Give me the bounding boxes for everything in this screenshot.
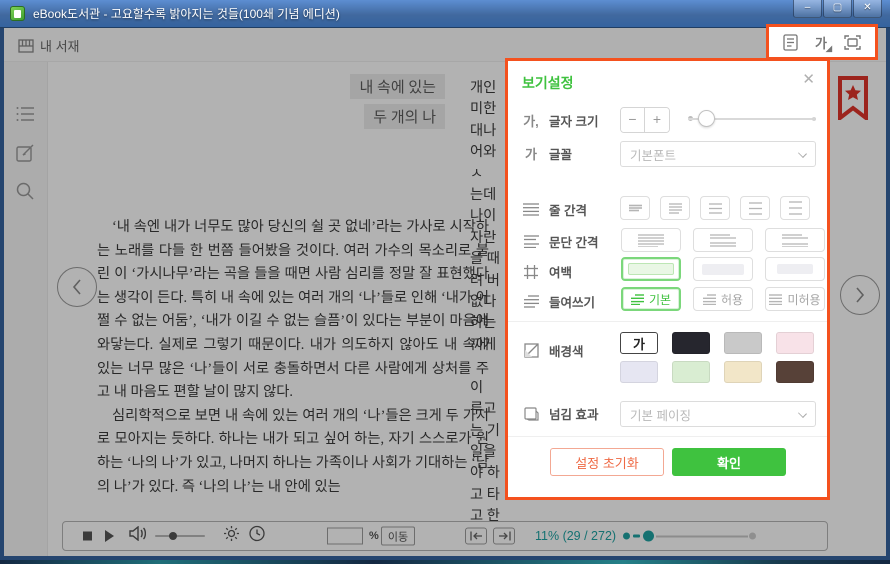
font-size-row-label: 가, 글자 크기 [522,111,598,130]
line-spacing-option-2[interactable] [660,196,690,220]
page-effect-value: 기본 페이징 [630,405,691,424]
margin-row-label: 여백 [522,262,572,281]
bg-swatch-pink[interactable] [776,332,814,354]
font-settings-icon[interactable]: 가◢ [815,33,827,52]
reset-settings-button[interactable]: 설정 초기화 [550,448,664,476]
line-spacing-option-1[interactable] [620,196,650,220]
page-effect-label: 넘김 효과 [549,404,598,423]
view-tools-highlight-box: 가◢ [766,24,878,60]
bg-color-row-label: 배경색 [522,341,584,360]
bg-swatch-lavender[interactable] [620,361,658,383]
panel-title: 보기설정 [522,73,574,93]
margin-option-1-selected[interactable] [621,257,681,281]
slider-end-dot [812,117,816,121]
bg-swatch-white-selected[interactable]: 가 [620,332,658,354]
line-spacing-option-3[interactable] [700,196,730,220]
para-spacing-row-label: 문단 간격 [522,232,598,251]
font-size-stepper: − + [620,107,670,133]
para-spacing-option-2[interactable] [693,228,753,252]
background-color-icon [522,343,540,358]
divider [508,436,827,437]
line-spacing-row-label: 줄 간격 [522,200,587,219]
line-spacing-option-5[interactable] [780,196,810,220]
title-bar: eBook도서관 - 고요할수록 밝아지는 것들(100쇄 기념 에디션) – … [0,0,890,28]
font-size-decrease-button[interactable]: − [621,108,645,132]
indent-icon [522,295,540,308]
line-spacing-label: 줄 간격 [549,200,587,219]
chevron-down-icon [798,149,807,158]
paragraph-spacing-icon [522,235,540,248]
line-spacing-icon [522,203,540,216]
margin-option-2[interactable] [693,257,753,281]
confirm-button[interactable]: 확인 [672,448,786,476]
para-spacing-option-3[interactable] [765,228,825,252]
bg-swatch-green[interactable] [672,361,710,383]
margin-icon [522,265,540,279]
margin-preview [628,263,674,275]
window-controls: – ▢ ✕ [792,0,882,18]
indent-option-default[interactable]: 기본 [621,287,681,311]
margin-option-3[interactable] [765,257,825,281]
page-turn-icon [522,407,540,421]
bg-swatch-cream[interactable] [724,361,762,383]
font-dropdown-value: 기본폰트 [630,145,676,164]
minimize-button[interactable]: – [793,0,822,18]
bg-swatch-char: 가 [633,334,645,353]
window-title: eBook도서관 - 고요할수록 밝아지는 것들(100쇄 기념 에디션) [33,5,340,22]
page-effect-dropdown[interactable]: 기본 페이징 [620,401,816,427]
margin-label: 여백 [549,262,572,281]
paragraph-spacing-label: 문단 간격 [549,232,598,251]
slider-handle[interactable] [698,110,715,127]
indent-option-allow[interactable]: 허용 [693,287,753,311]
app-logo-icon [10,6,25,21]
indent-label: 들여쓰기 [549,292,595,311]
margin-preview [702,264,744,275]
maximize-button[interactable]: ▢ [823,0,852,18]
font-size-label: 글자 크기 [549,111,598,130]
fullscreen-icon[interactable] [844,35,861,50]
font-label: 글꼴 [549,144,572,163]
font-size-icon: 가, [522,111,540,130]
indent-default-label: 기본 [649,291,671,308]
para-spacing-option-1[interactable] [621,228,681,252]
chevron-down-icon [798,409,807,418]
font-dropdown[interactable]: 기본폰트 [620,141,816,167]
indent-disallow-label: 미허용 [787,291,820,308]
panel-close-icon[interactable]: ✕ [802,70,815,88]
font-size-increase-button[interactable]: + [645,108,669,132]
view-settings-panel: 보기설정 ✕ 가, 글자 크기 − + 가 글꼴 기본폰트 [505,58,830,500]
line-spacing-option-4[interactable] [740,196,770,220]
page-effect-row-label: 넘김 효과 [522,404,598,423]
indent-row-label: 들여쓰기 [522,292,595,311]
close-button[interactable]: ✕ [853,0,882,18]
bg-swatch-gray[interactable] [724,332,762,354]
divider [508,321,827,322]
bg-swatch-brown[interactable] [776,361,814,383]
app-window: eBook도서관 - 고요할수록 밝아지는 것들(100쇄 기념 에디션) – … [0,0,890,564]
background-color-label: 배경색 [549,341,584,360]
font-row-label: 가 글꼴 [522,144,572,163]
margin-preview [777,264,813,274]
indent-allow-label: 허용 [721,291,743,308]
bg-swatch-black[interactable] [672,332,710,354]
indent-option-disallow[interactable]: 미허용 [765,287,825,311]
font-size-slider[interactable] [688,107,816,131]
font-icon: 가 [522,144,540,163]
view-settings-icon[interactable] [783,34,798,51]
